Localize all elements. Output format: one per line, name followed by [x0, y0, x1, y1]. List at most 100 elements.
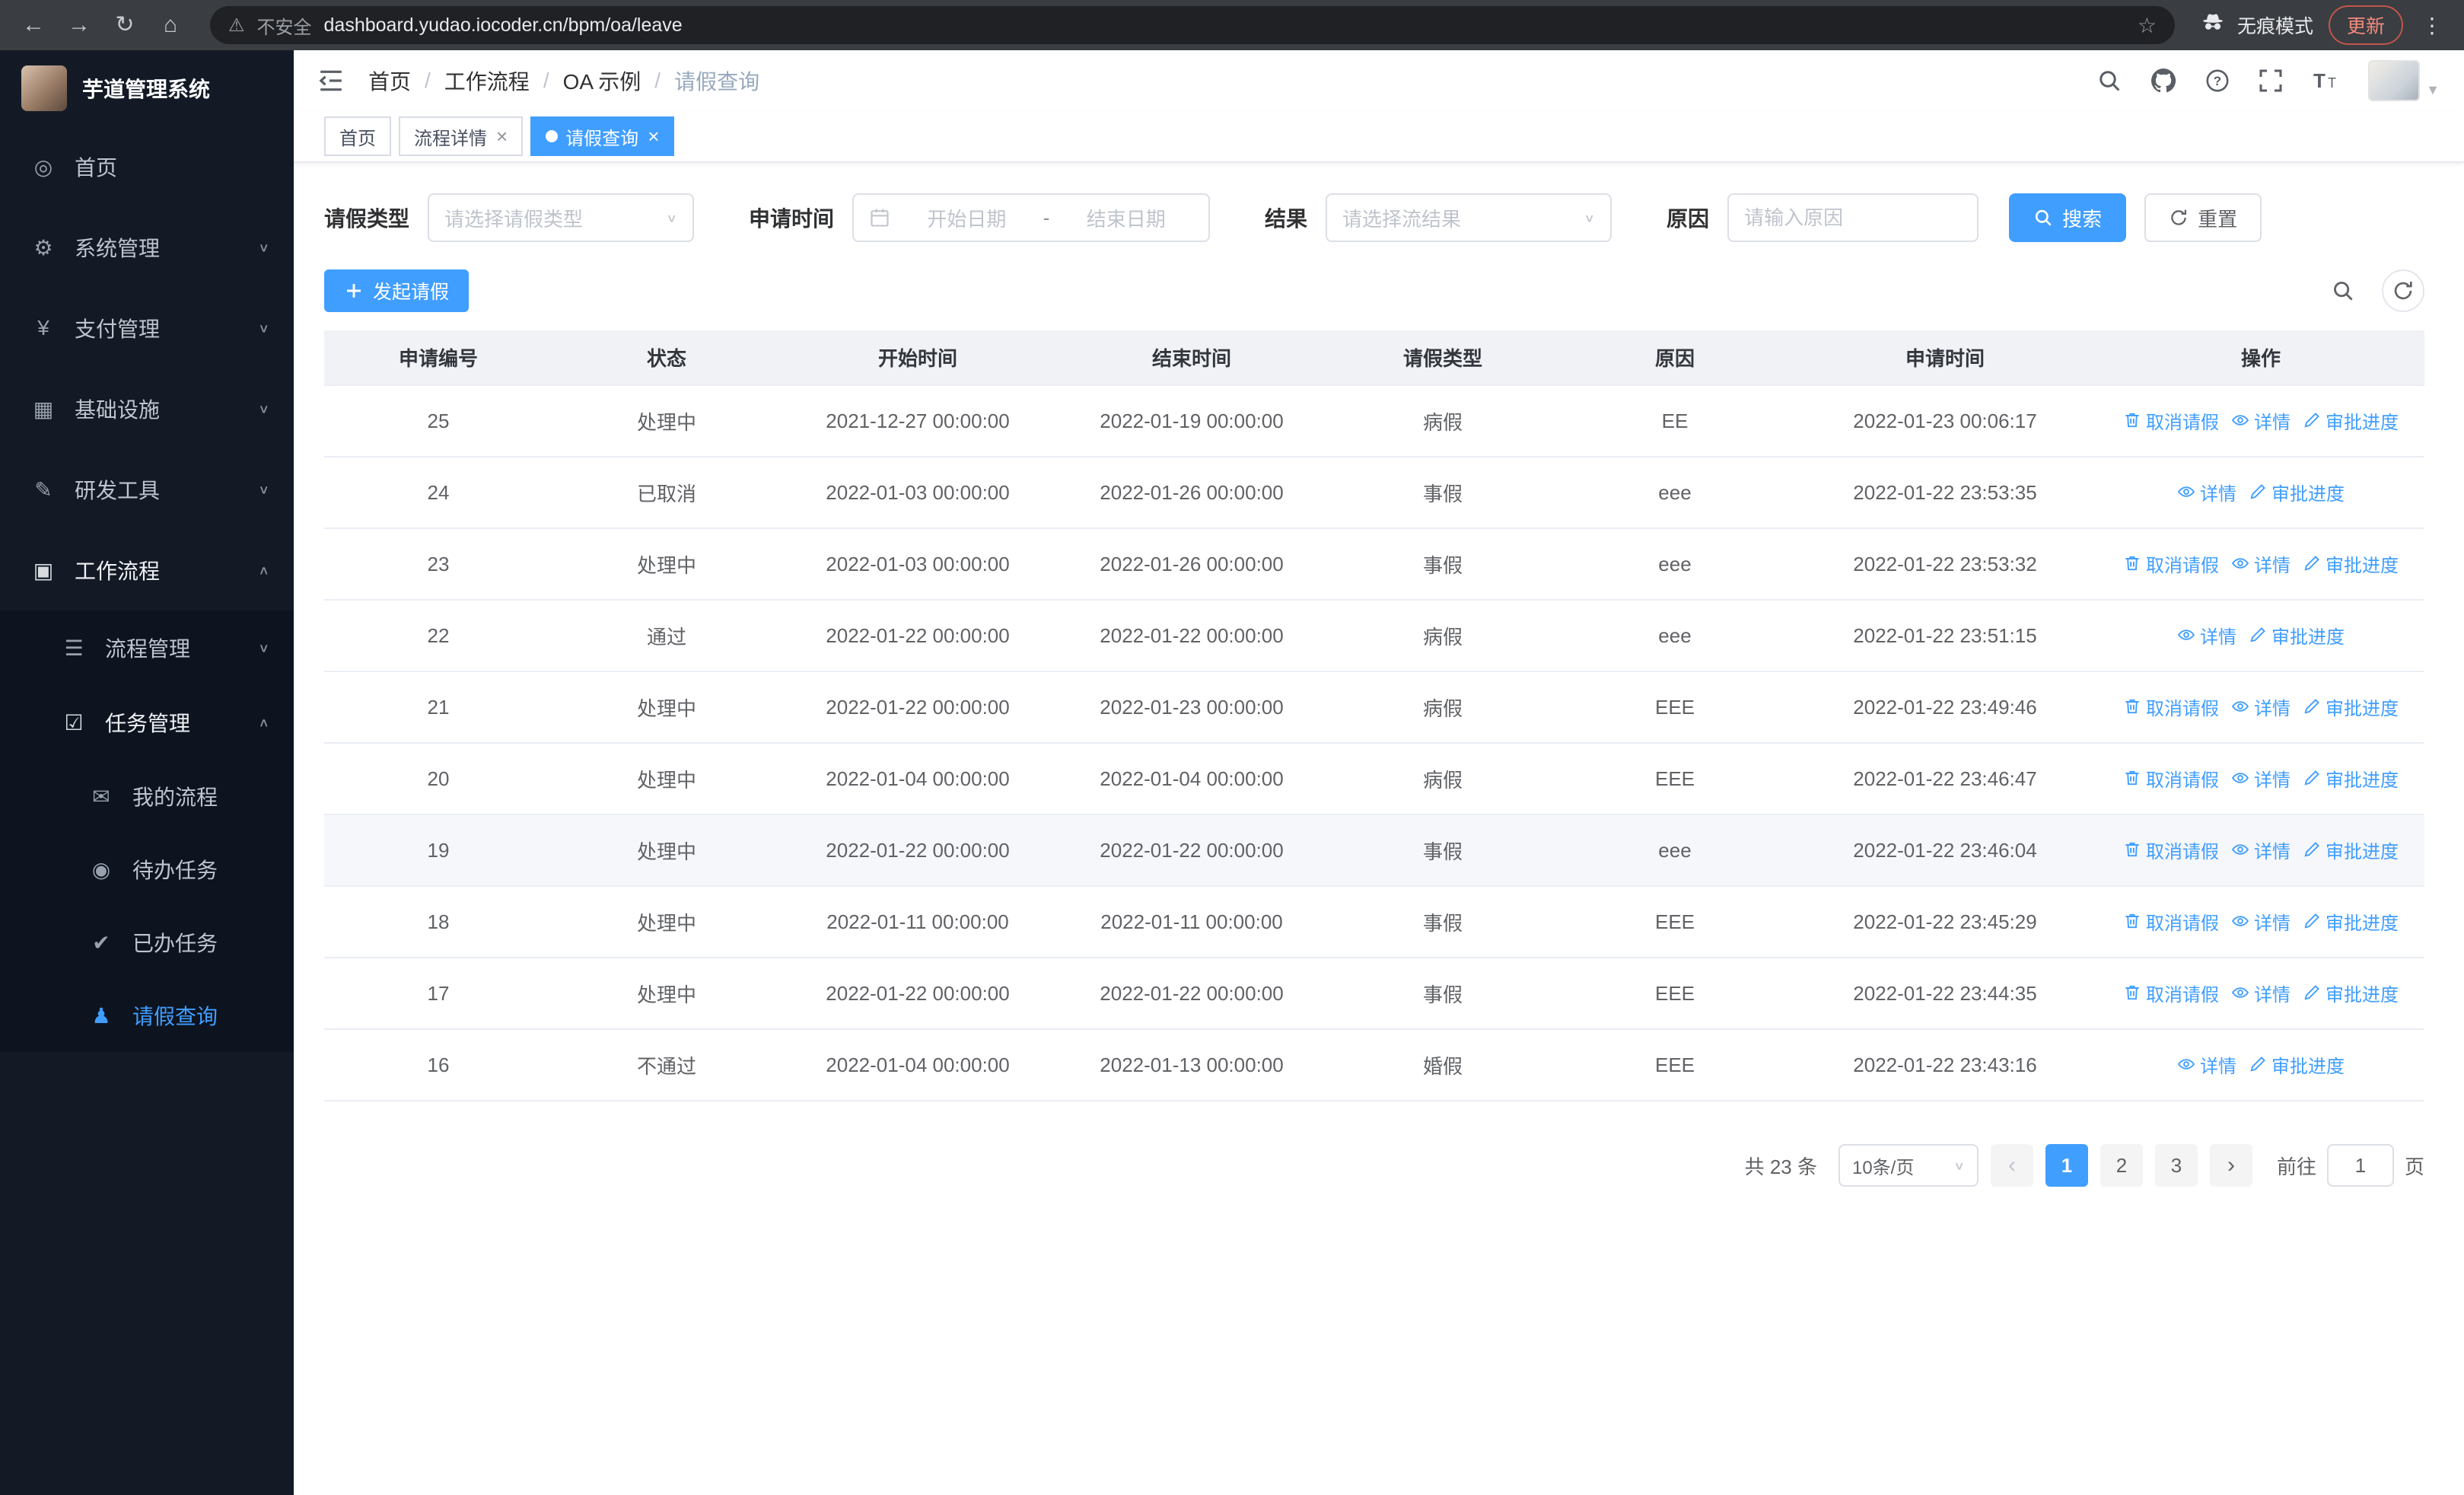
sidebar-item-my-process[interactable]: ✉ 我的流程 [0, 760, 294, 833]
sidebar-item-system[interactable]: ⚙ 系统管理 ∨ [0, 207, 294, 288]
action-detail-link[interactable]: 详情 [2177, 1051, 2236, 1078]
breadcrumb-item[interactable]: 工作流程 [444, 65, 530, 96]
cell-start-time: 2022-01-04 00:00:00 [781, 1029, 1055, 1101]
action-progress-link[interactable]: 审批进度 [2303, 908, 2399, 935]
reason-input[interactable] [1727, 193, 1979, 242]
action-progress-link[interactable]: 审批进度 [2249, 1051, 2345, 1078]
sidebar-collapse-icon[interactable] [318, 68, 344, 94]
sidebar-item-process-mgmt[interactable]: ☰ 流程管理 ∨ [0, 610, 294, 685]
sidebar-item-todo-task[interactable]: ◉ 待办任务 [0, 833, 294, 906]
action-cancel-link[interactable]: 取消请假 [2123, 407, 2219, 434]
create-leave-button[interactable]: 发起请假 [324, 269, 470, 312]
browser-forward-icon[interactable]: → [64, 14, 94, 37]
action-progress-link[interactable]: 审批进度 [2303, 765, 2399, 792]
browser-menu-icon[interactable]: ⋮ [2418, 13, 2446, 38]
action-cancel-link[interactable]: 取消请假 [2123, 837, 2219, 863]
action-progress-link[interactable]: 审批进度 [2303, 980, 2399, 1006]
cell-reason: eee [1557, 528, 1793, 601]
tab-leave-query[interactable]: 请假查询 × [530, 116, 675, 156]
browser-home-icon[interactable]: ⌂ [155, 14, 186, 37]
breadcrumb-item[interactable]: 首页 [368, 65, 411, 96]
prev-page-button[interactable]: ‹ [1990, 1144, 2033, 1187]
tab-process-detail[interactable]: 流程详情 × [399, 116, 524, 156]
action-label: 审批进度 [2271, 626, 2345, 648]
fullscreen-icon[interactable] [2259, 69, 2283, 93]
action-cancel-link[interactable]: 取消请假 [2123, 550, 2219, 577]
action-progress-link[interactable]: 审批进度 [2249, 622, 2345, 649]
action-cancel-link[interactable]: 取消请假 [2123, 693, 2219, 720]
cell-id: 19 [324, 814, 552, 887]
browser-back-icon[interactable]: ← [18, 14, 49, 37]
apply-time-range-picker[interactable]: 开始日期 - 结束日期 [852, 193, 1211, 242]
user-menu[interactable]: ▼ [2368, 60, 2440, 101]
search-button[interactable]: 搜索 [2009, 193, 2127, 242]
bookmark-star-icon[interactable]: ☆ [2138, 13, 2157, 38]
sidebar-item-done-task[interactable]: ✔ 已办任务 [0, 906, 294, 979]
page-button-1[interactable]: 1 [2045, 1144, 2088, 1187]
leave-type-select[interactable]: 请选择请假类型 ∨ [428, 193, 695, 242]
action-detail-link[interactable]: 详情 [2231, 837, 2291, 863]
action-detail-link[interactable]: 详情 [2177, 479, 2236, 505]
navbar-actions: ? TT ▼ [2097, 60, 2440, 101]
action-cancel-link[interactable]: 取消请假 [2123, 765, 2219, 792]
action-detail-link[interactable]: 详情 [2231, 693, 2291, 720]
action-cancel-link[interactable]: 取消请假 [2123, 980, 2219, 1006]
action-label: 取消请假 [2146, 555, 2219, 576]
result-select[interactable]: 请选择流结果 ∨ [1326, 193, 1612, 242]
action-progress-link[interactable]: 审批进度 [2303, 550, 2399, 577]
breadcrumb-item[interactable]: OA 示例 [563, 65, 641, 96]
goto-page-input[interactable] [2326, 1144, 2394, 1187]
action-progress-link[interactable]: 审批进度 [2303, 693, 2399, 720]
action-detail-link[interactable]: 详情 [2177, 622, 2236, 649]
chevron-down-icon: ▼ [2426, 82, 2440, 97]
cell-id: 17 [324, 958, 552, 1030]
reset-button[interactable]: 重置 [2144, 193, 2262, 242]
sidebar-item-home[interactable]: ◎ 首页 [0, 126, 294, 207]
sidebar-item-workflow[interactable]: ▣ 工作流程 ∧ [0, 530, 294, 610]
page-button-3[interactable]: 3 [2154, 1144, 2198, 1187]
tab-home[interactable]: 首页 [324, 116, 391, 156]
help-icon[interactable]: ? [2205, 69, 2230, 93]
leave-type-placeholder: 请选择请假类型 [444, 207, 584, 231]
page-size-select[interactable]: 10条/页 ∨ [1838, 1144, 1979, 1187]
app-logo[interactable]: 芋道管理系统 [0, 50, 294, 126]
action-detail-link[interactable]: 详情 [2231, 407, 2291, 434]
action-detail-link[interactable]: 详情 [2231, 908, 2291, 935]
chevron-down-icon: ∨ [1584, 212, 1596, 225]
sidebar-item-leave-query[interactable]: ♟ 请假查询 [0, 979, 294, 1052]
sidebar-item-payment[interactable]: ¥ 支付管理 ∨ [0, 288, 294, 368]
security-warning-icon[interactable]: ⚠ [228, 14, 245, 37]
font-size-icon[interactable]: TT [2312, 69, 2339, 93]
browser-reload-icon[interactable]: ↻ [110, 14, 140, 37]
action-progress-link[interactable]: 审批进度 [2249, 479, 2345, 505]
action-cancel-link[interactable]: 取消请假 [2123, 908, 2219, 935]
address-bar[interactable]: ⚠ 不安全 dashboard.yudao.iocoder.cn/bpm/oa/… [210, 6, 2175, 44]
table-row: 18 处理中 2022-01-11 00:00:00 2022-01-11 00:00… [324, 886, 2424, 958]
detail-icon [2231, 844, 2249, 856]
action-detail-link[interactable]: 详情 [2231, 980, 2291, 1006]
cell-end-time: 2022-01-26 00:00:00 [1055, 457, 1329, 529]
action-label: 详情 [2254, 412, 2291, 433]
refresh-icon[interactable] [2382, 269, 2424, 312]
action-detail-link[interactable]: 详情 [2231, 765, 2291, 792]
page-unit-label: 页 [2404, 1155, 2424, 1178]
close-icon[interactable]: × [648, 126, 659, 146]
cell-end-time: 2022-01-26 00:00:00 [1055, 528, 1329, 601]
filter-form: 请假类型 请选择请假类型 ∨ 申请时间 开始日期 - 结束日期 结果 请选择流结… [324, 193, 2424, 242]
page-buttons: 123 [2045, 1144, 2198, 1187]
page-button-2[interactable]: 2 [2099, 1144, 2143, 1187]
sidebar-item-devtools[interactable]: ✎ 研发工具 ∨ [0, 449, 294, 530]
update-button[interactable]: 更新 [2328, 5, 2403, 45]
search-icon[interactable] [2097, 69, 2122, 93]
next-page-button[interactable]: › [2209, 1144, 2252, 1187]
cell-reason: EEE [1557, 671, 1793, 744]
action-progress-link[interactable]: 审批进度 [2303, 837, 2399, 863]
toggle-search-icon[interactable] [2332, 279, 2354, 302]
github-icon[interactable] [2150, 68, 2176, 94]
cancel-icon [2125, 986, 2139, 1000]
action-detail-link[interactable]: 详情 [2231, 550, 2291, 577]
sidebar-item-infra[interactable]: ▦ 基础设施 ∨ [0, 368, 294, 449]
action-progress-link[interactable]: 审批进度 [2303, 407, 2399, 434]
sidebar-item-task-mgmt[interactable]: ☑ 任务管理 ∧ [0, 685, 294, 760]
close-icon[interactable]: × [496, 126, 508, 146]
